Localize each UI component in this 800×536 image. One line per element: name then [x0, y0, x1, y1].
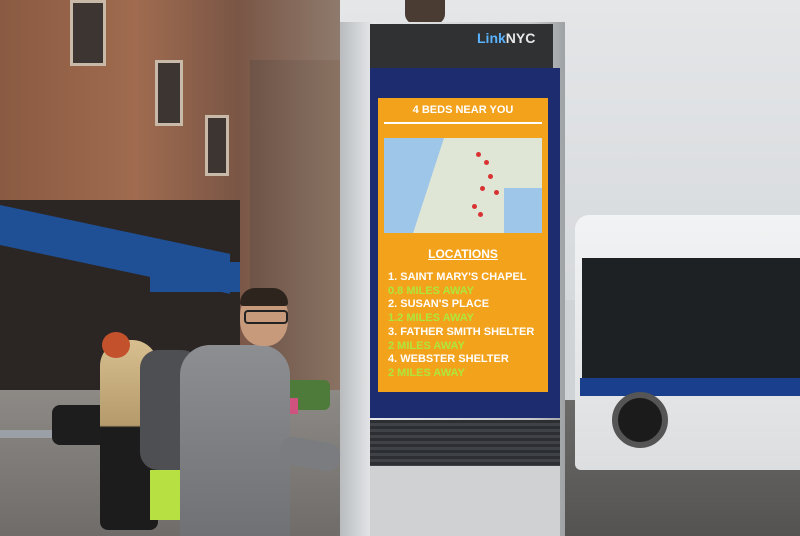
tree-branch [405, 0, 445, 24]
bus-windows [582, 258, 800, 378]
map-pin-icon [484, 160, 489, 165]
kiosk-vent [370, 420, 560, 466]
logo-link-text: Link [477, 30, 506, 46]
building-window [155, 60, 183, 126]
location-distance: 2 MILES AWAY [388, 367, 465, 379]
map-pin-icon [478, 212, 483, 217]
location-name: 3. FATHER SMITH SHELTER [388, 326, 535, 338]
kiosk-screen[interactable]: 4 BEDS NEAR YOU LOCATIONS 1. SAINT MARY'… [378, 98, 548, 392]
kiosk-base [370, 466, 560, 536]
pedestrian-hat [102, 332, 130, 358]
location-distance: 2 MILES AWAY [388, 340, 465, 352]
glasses-icon [244, 310, 288, 324]
blue-awning [150, 262, 240, 292]
map-water [504, 188, 542, 233]
location-distance: 1.2 MILES AWAY [388, 312, 474, 324]
man-hair [240, 288, 288, 306]
man-in-coat [180, 345, 290, 536]
location-distance: 0.8 MILES AWAY [388, 285, 474, 297]
map-pin-icon [488, 174, 493, 179]
green-chair [150, 470, 184, 520]
locations-heading: LOCATIONS [428, 247, 498, 261]
map-pin-icon [480, 186, 485, 191]
shelter-map[interactable] [384, 138, 542, 233]
bus-wheel [612, 392, 668, 448]
bus-stripe [580, 378, 800, 396]
building-window [70, 0, 106, 66]
map-pin-icon [472, 204, 477, 209]
screen-title: 4 BEDS NEAR YOU [412, 104, 514, 116]
map-pin-icon [494, 190, 499, 195]
location-name: 4. WEBSTER SHELTER [388, 353, 509, 365]
map-river [384, 138, 444, 233]
map-pin-icon [476, 152, 481, 157]
location-name: 1. SAINT MARY'S CHAPEL [388, 271, 527, 283]
building-window [205, 115, 229, 176]
title-divider [384, 122, 542, 124]
location-name: 2. SUSAN'S PLACE [388, 298, 490, 310]
linknyc-logo: LinkNYC [477, 30, 535, 46]
logo-nyc-text: NYC [505, 30, 536, 46]
